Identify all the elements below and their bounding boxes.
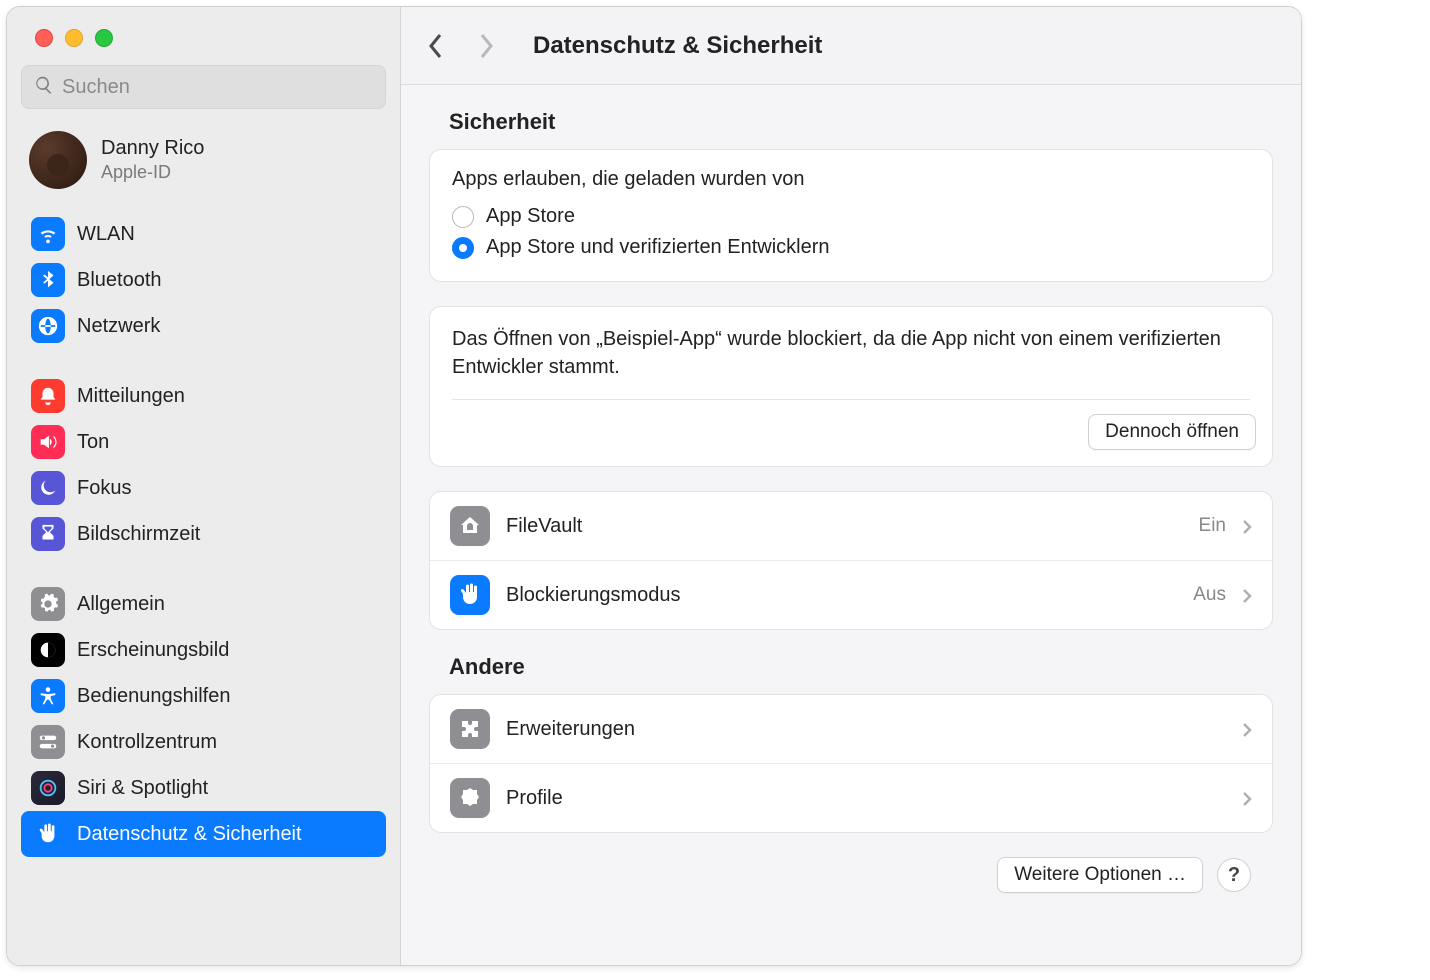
sidebar: Danny Rico Apple-ID WLAN Bluetooth Netzw…: [7, 7, 401, 965]
setting-label: FileVault: [506, 515, 582, 538]
sidebar-item-label: Kontrollzentrum: [77, 731, 217, 754]
sidebar-item-label: Ton: [77, 431, 109, 454]
more-options-button[interactable]: Weitere Optionen …: [997, 857, 1203, 893]
radio-label: App Store: [486, 205, 575, 228]
setting-label: Erweiterungen: [506, 718, 635, 741]
settings-window: Danny Rico Apple-ID WLAN Bluetooth Netzw…: [6, 6, 1302, 966]
hand-icon: [450, 575, 490, 615]
switches-icon: [31, 725, 65, 759]
radio-icon: [452, 206, 474, 228]
sidebar-item-privacy-security[interactable]: Datenschutz & Sicherheit: [21, 811, 386, 857]
extensions-row[interactable]: Erweiterungen: [430, 695, 1272, 763]
sidebar-item-screentime[interactable]: Bildschirmzeit: [21, 511, 386, 557]
setting-value: Aus: [1193, 584, 1226, 606]
radio-label: App Store und verifizierten Entwicklern: [486, 236, 830, 259]
sidebar-item-notifications[interactable]: Mitteilungen: [21, 373, 386, 419]
sidebar-item-control-center[interactable]: Kontrollzentrum: [21, 719, 386, 765]
allow-apps-card: Apps erlauben, die geladen wurden von Ap…: [429, 149, 1273, 282]
setting-label: Profile: [506, 787, 563, 810]
search-input[interactable]: [62, 76, 373, 99]
toolbar: Datenschutz & Sicherheit: [401, 7, 1301, 85]
sidebar-item-label: WLAN: [77, 223, 135, 246]
close-window-button[interactable]: [35, 29, 53, 47]
setting-label: Blockierungsmodus: [506, 584, 681, 607]
blocked-app-card: Das Öffnen von „Beispiel-App“ wurde bloc…: [429, 306, 1273, 467]
sidebar-item-general[interactable]: Allgemein: [21, 581, 386, 627]
page-title: Datenschutz & Sicherheit: [533, 32, 822, 60]
chevron-right-icon: [1242, 587, 1252, 603]
sidebar-item-label: Bedienungshilfen: [77, 685, 230, 708]
search-icon: [34, 75, 54, 100]
profiles-row[interactable]: Profile: [430, 763, 1272, 832]
help-button[interactable]: ?: [1217, 858, 1251, 892]
main-panel: Datenschutz & Sicherheit Sicherheit Apps…: [401, 7, 1301, 965]
bell-icon: [31, 379, 65, 413]
sidebar-item-label: Erscheinungsbild: [77, 639, 229, 662]
sidebar-item-appearance[interactable]: Erscheinungsbild: [21, 627, 386, 673]
sidebar-item-siri[interactable]: Siri & Spotlight: [21, 765, 386, 811]
wifi-icon: [31, 217, 65, 251]
user-subtitle: Apple-ID: [101, 162, 204, 183]
sidebar-item-focus[interactable]: Fokus: [21, 465, 386, 511]
radio-app-store-and-devs[interactable]: App Store und verifizierten Entwicklern: [452, 232, 1250, 263]
open-anyway-button[interactable]: Dennoch öffnen: [1088, 414, 1256, 450]
back-button[interactable]: [425, 32, 447, 60]
forward-button[interactable]: [475, 32, 497, 60]
chevron-right-icon: [1242, 518, 1252, 534]
sidebar-item-label: Bildschirmzeit: [77, 523, 200, 546]
sidebar-item-bluetooth[interactable]: Bluetooth: [21, 257, 386, 303]
search-field[interactable]: [21, 65, 386, 109]
minimize-window-button[interactable]: [65, 29, 83, 47]
security-heading: Sicherheit: [429, 109, 1273, 149]
avatar: [29, 131, 87, 189]
sidebar-item-label: Netzwerk: [77, 315, 160, 338]
setting-value: Ein: [1199, 515, 1226, 537]
sidebar-item-label: Fokus: [77, 477, 131, 500]
speaker-icon: [31, 425, 65, 459]
accessibility-icon: [31, 679, 65, 713]
moon-icon: [31, 471, 65, 505]
house-icon: [450, 506, 490, 546]
sidebar-item-wlan[interactable]: WLAN: [21, 211, 386, 257]
blocked-message: Das Öffnen von „Beispiel-App“ wurde bloc…: [430, 307, 1272, 381]
sidebar-item-label: Mitteilungen: [77, 385, 185, 408]
appearance-icon: [31, 633, 65, 667]
chevron-right-icon: [1242, 790, 1252, 806]
radio-icon: [452, 237, 474, 259]
sidebar-item-label: Bluetooth: [77, 269, 162, 292]
gear-icon: [31, 587, 65, 621]
radio-app-store[interactable]: App Store: [452, 201, 1250, 232]
sidebar-item-network[interactable]: Netzwerk: [21, 303, 386, 349]
lockdown-mode-row[interactable]: Blockierungsmodus Aus: [430, 560, 1272, 629]
window-controls: [7, 7, 400, 65]
badge-icon: [450, 778, 490, 818]
filevault-row[interactable]: FileVault Ein: [430, 492, 1272, 560]
security-settings-card: FileVault Ein Blockierungsmodus Aus: [429, 491, 1273, 630]
sidebar-item-label: Allgemein: [77, 593, 165, 616]
globe-icon: [31, 309, 65, 343]
puzzle-icon: [450, 709, 490, 749]
zoom-window-button[interactable]: [95, 29, 113, 47]
sidebar-item-sound[interactable]: Ton: [21, 419, 386, 465]
other-heading: Andere: [429, 654, 1273, 694]
user-name: Danny Rico: [101, 137, 204, 160]
sidebar-item-label: Datenschutz & Sicherheit: [77, 823, 302, 846]
siri-icon: [31, 771, 65, 805]
hourglass-icon: [31, 517, 65, 551]
allow-apps-label: Apps erlauben, die geladen wurden von: [452, 168, 1250, 191]
apple-id-row[interactable]: Danny Rico Apple-ID: [7, 123, 400, 207]
chevron-right-icon: [1242, 721, 1252, 737]
other-settings-card: Erweiterungen Profile: [429, 694, 1273, 833]
hand-icon: [31, 817, 65, 851]
bluetooth-icon: [31, 263, 65, 297]
sidebar-item-label: Siri & Spotlight: [77, 777, 208, 800]
sidebar-item-accessibility[interactable]: Bedienungshilfen: [21, 673, 386, 719]
